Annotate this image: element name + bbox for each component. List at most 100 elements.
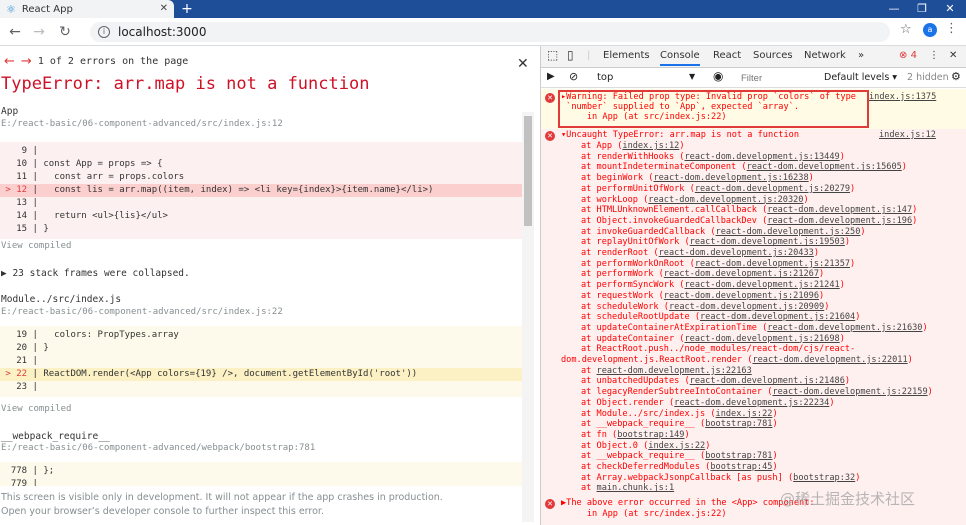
line-number: 20	[0, 343, 28, 353]
stack-frame-link[interactable]: react-dom.development.js:21096	[664, 291, 819, 301]
stack-frame: at Object.invokeGuardedCallbackDev (reac…	[581, 216, 917, 226]
stack-frame-link[interactable]: react-dom.development.js:21604	[700, 312, 855, 322]
view-compiled-link[interactable]: View compiled	[1, 241, 71, 251]
stack-frame-paren: )	[839, 280, 845, 291]
context-select[interactable]: top	[597, 72, 613, 83]
inspect-icon[interactable]: ⬚	[547, 48, 558, 62]
minimize-icon[interactable]: —	[880, 0, 908, 18]
stack-frame-link[interactable]: react-dom.development.js:22011	[752, 355, 907, 365]
settings-gear-icon[interactable]: ⚙	[951, 70, 961, 83]
code-line: 11 | const arr = props.colors	[0, 171, 522, 184]
info-icon[interactable]: i	[98, 26, 110, 38]
stack-frame-link[interactable]: main.chunk.js:1	[597, 483, 675, 493]
view-compiled-link[interactable]: View compiled	[1, 404, 71, 414]
collapsed-frames-toggle[interactable]: ▶ 23 stack frames were collapsed.	[1, 268, 190, 279]
stack-frame-link[interactable]: react-dom.development.js:21630	[767, 323, 922, 333]
stack-frame-link[interactable]: react-dom.development.js:21698	[684, 334, 839, 344]
frame-name: __webpack_require__	[1, 431, 110, 442]
stack-frame-link[interactable]: react-dom.development.js:147	[767, 205, 912, 215]
line-text: | }	[27, 343, 49, 353]
stack-frame-link[interactable]: react-dom.development.js:13449	[684, 152, 839, 162]
frame-path[interactable]: E:/react-basic/06-component-advanced/src…	[1, 307, 283, 317]
stack-frame-link[interactable]: index.js:22	[716, 409, 773, 419]
error-source-link[interactable]: index.js:12	[879, 130, 936, 140]
browser-menu-icon[interactable]: ⋮	[945, 21, 958, 36]
back-icon[interactable]: ←	[6, 23, 24, 41]
stack-frame-link[interactable]: react-dom.development.js:22159	[772, 387, 927, 397]
devtools-close-icon[interactable]: ✕	[949, 50, 957, 61]
tab-sources[interactable]: Sources	[753, 50, 793, 61]
frame-path[interactable]: E:/react-basic/06-component-advanced/src…	[1, 119, 283, 129]
window-close-icon[interactable]: ✕	[936, 0, 964, 18]
frame-path[interactable]: E:/react-basic/06-component-advanced/web…	[1, 443, 315, 453]
stack-frame-link[interactable]: react-dom.development.js:20909	[669, 302, 824, 312]
stack-frame-link[interactable]: bootstrap:781	[705, 419, 772, 429]
error-head[interactable]: ▾Uncaught TypeError: arr.map is not a fu…	[561, 130, 799, 140]
stack-frame-link[interactable]: bootstrap:45	[710, 462, 772, 472]
eye-icon[interactable]: ◉	[713, 69, 723, 83]
stack-frame-link[interactable]: react-dom.development.js:22234	[674, 398, 829, 408]
error-navigation: ← → 1 of 2 errors on the page	[4, 54, 188, 69]
stack-frame-paren: )	[844, 376, 851, 387]
stack-frame-link[interactable]: bootstrap:781	[705, 451, 772, 461]
stack-frame-paren: )	[850, 183, 856, 194]
tab-close-icon[interactable]: ✕	[160, 3, 168, 14]
error-icon: ✕	[545, 499, 555, 509]
stack-frame: at HTMLUnknownElement.callCallback (reac…	[581, 205, 917, 215]
stack-frame-link[interactable]: react-dom.development.js:16238	[653, 173, 808, 183]
stack-frame-link[interactable]: index.js:12	[622, 141, 679, 151]
code-line: 778 | };	[0, 465, 522, 478]
bookmark-star-icon[interactable]: ☆	[900, 22, 912, 37]
stack-frame-link[interactable]: react-dom.development.js:21267	[664, 269, 819, 279]
stack-frame-link[interactable]: react-dom.development.js:196	[767, 216, 912, 226]
stack-frame-link[interactable]: react-dom.development.js:22163	[597, 366, 752, 376]
overlay-close-icon[interactable]: ✕	[517, 56, 529, 72]
stack-frame: at performWorkOnRoot (react-dom.developm…	[581, 259, 855, 269]
clear-console-icon[interactable]: ⊘	[569, 70, 578, 83]
devtools-menu-icon[interactable]: ⋮	[929, 50, 939, 61]
more-tabs-icon[interactable]: »	[858, 50, 864, 61]
tab-elements[interactable]: Elements	[603, 50, 650, 61]
forward-icon[interactable]: →	[30, 23, 48, 41]
line-text: |	[27, 146, 38, 156]
context-dropdown-icon[interactable]: ▼	[689, 72, 695, 81]
stack-frame-link[interactable]: react-dom.development.js:19503	[690, 237, 845, 247]
stack-frame-link[interactable]: bootstrap:149	[617, 430, 684, 440]
stack-frame-link[interactable]: react-dom.development.js:250	[716, 227, 861, 237]
sidebar-toggle-icon[interactable]: ▶	[547, 71, 555, 82]
warning-line: `number` supplied to `App`, expected `ar…	[561, 102, 799, 112]
stack-frame-fn: at updateContainer (	[581, 333, 685, 344]
browser-tab[interactable]: ⚛ React App ✕	[0, 0, 174, 18]
stack-frame-link[interactable]: index.js:22	[648, 441, 705, 451]
stack-frame-link[interactable]: react-dom.development.js:21241	[684, 280, 839, 290]
warning-line[interactable]: ▸Warning: Failed prop type: Invalid prop…	[561, 92, 856, 102]
tab-console[interactable]: Console	[660, 50, 700, 66]
stack-frame-link[interactable]: react-dom.development.js:20279	[695, 184, 850, 194]
device-toggle-icon[interactable]: ▯	[567, 48, 574, 62]
line-number: 21	[0, 356, 28, 366]
new-tab-button[interactable]: +	[178, 0, 196, 18]
stack-frame-link[interactable]: react-dom.development.js:15605	[747, 162, 902, 172]
next-error-button[interactable]: →	[21, 54, 32, 69]
stack-frame: at updateContainerAtExpirationTime (reac…	[581, 323, 928, 333]
reload-icon[interactable]: ↻	[56, 23, 74, 41]
profile-avatar[interactable]: a	[923, 23, 937, 37]
stack-frame-link[interactable]: react-dom.development.js:21486	[690, 376, 845, 386]
stack-frame-link[interactable]: react-dom.development.js:20320	[648, 195, 803, 205]
stack-frame-paren: )	[772, 462, 778, 472]
restore-icon[interactable]: ❐	[908, 0, 936, 18]
error-head[interactable]: ▶The above error occurred in the <App> c…	[561, 498, 815, 508]
scrollbar-thumb[interactable]	[524, 116, 532, 226]
prev-error-button[interactable]: ←	[4, 54, 15, 69]
stack-frame-fn: at Module../src/index.js (	[581, 408, 716, 419]
tab-react[interactable]: React	[713, 50, 741, 61]
tab-network[interactable]: Network	[804, 50, 846, 61]
stack-frame-link[interactable]: bootstrap:32	[793, 473, 855, 483]
warning-source-link[interactable]: index.js:1375	[869, 92, 936, 102]
line-text: | }	[27, 224, 49, 234]
stack-frame-link[interactable]: react-dom.development.js:20433	[659, 248, 814, 258]
log-levels-select[interactable]: Default levels ▾	[824, 72, 897, 83]
stack-frame-link[interactable]: react-dom.development.js:21357	[695, 259, 850, 269]
url-bar[interactable]: i localhost:3000	[90, 22, 890, 42]
error-count-badge[interactable]: ⊗ 4	[899, 50, 917, 61]
